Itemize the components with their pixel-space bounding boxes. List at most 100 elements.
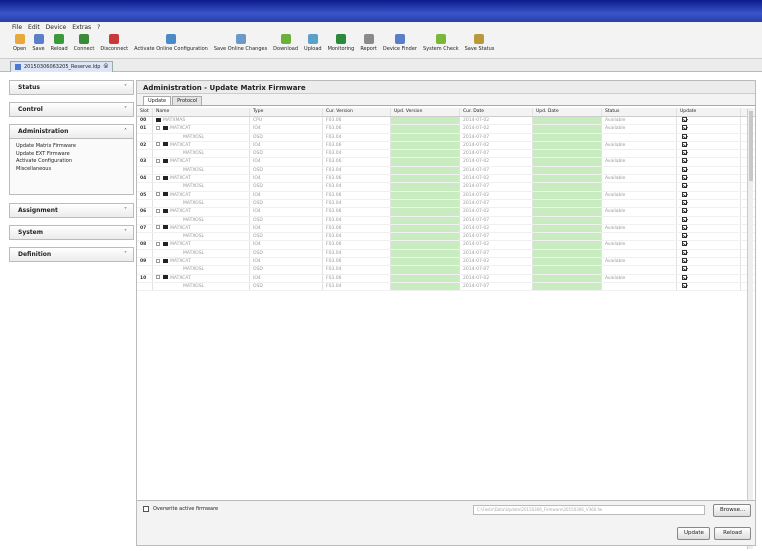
toolbar-button-save[interactable]: Save: [29, 33, 47, 52]
update-checkbox[interactable]: [682, 216, 687, 222]
table-row[interactable]: MATXOSL OSD F03.04 F03.04 2014-07-07 2014-07-…: [137, 150, 755, 159]
toolbar-button-report[interactable]: Report: [357, 33, 380, 52]
expand-icon[interactable]: [156, 208, 160, 213]
update-checkbox[interactable]: [682, 158, 687, 164]
table-row[interactable]: MATXOSL OSD F03.04 F03.04 2014-07-07 2014-07-…: [137, 282, 755, 292]
expand-icon[interactable]: [156, 225, 160, 230]
table-row[interactable]: 08 MATXCAT IO4 F03.06 F03.06 2014-07-02 2014-0…: [137, 241, 755, 250]
update-checkbox[interactable]: [682, 282, 687, 288]
overwrite-checkbox[interactable]: [143, 506, 149, 512]
chevron-down-icon[interactable]: ˅: [124, 229, 127, 236]
menu-file[interactable]: File: [12, 24, 22, 31]
menu-help[interactable]: ?: [97, 24, 100, 31]
toolbar-button-monitoring[interactable]: Monitoring: [325, 33, 358, 52]
table-row[interactable]: 07 MATXCAT IO4 F03.06 F03.06 2014-07-02 2014-0…: [137, 224, 755, 234]
toolbar-button-reload[interactable]: Reload: [48, 33, 71, 52]
table-row[interactable]: MATXOSL OSD F03.04 F03.04 2014-07-07 2014-07-…: [137, 166, 755, 176]
update-checkbox[interactable]: [682, 117, 687, 122]
sidebar-item[interactable]: Update Matrix Firmware: [16, 143, 127, 151]
sidebar-item[interactable]: Update EXT Firmware: [16, 151, 127, 159]
update-checkbox[interactable]: [682, 166, 687, 172]
expand-icon[interactable]: [156, 125, 160, 130]
chevron-down-icon[interactable]: ˅: [124, 84, 127, 91]
update-checkbox[interactable]: [682, 241, 687, 247]
table-row[interactable]: 01 MATXCAT IO4 F03.06 F03.06 2014-07-02 2014-0…: [137, 125, 755, 134]
menu-extras[interactable]: Extras: [72, 24, 91, 31]
update-checkbox[interactable]: [682, 125, 687, 131]
expand-icon[interactable]: [156, 142, 160, 147]
update-checkbox[interactable]: [682, 208, 687, 214]
update-checkbox[interactable]: [682, 233, 687, 239]
column-header[interactable]: Slot: [137, 108, 153, 116]
sidebar-section-assignment[interactable]: Assignment ˅: [9, 203, 134, 218]
overwrite-option[interactable]: Overwrite active firmware: [143, 506, 218, 512]
close-tab-icon[interactable]: ⦾: [103, 63, 108, 71]
update-checkbox[interactable]: [682, 175, 687, 181]
update-checkbox[interactable]: [682, 133, 687, 139]
table-row[interactable]: 09 MATXCAT IO4 F03.06 F03.06 2014-07-02 2014-0…: [137, 258, 755, 267]
toolbar-button-download[interactable]: Download: [270, 33, 301, 52]
chevron-down-icon[interactable]: ˅: [124, 251, 127, 258]
toolbar-button-upload[interactable]: Upload: [301, 33, 325, 52]
table-row[interactable]: 10 MATXCAT IO4 F03.06 F03.06 2014-07-02 2014-0…: [137, 274, 755, 283]
scrollbar-thumb[interactable]: [749, 111, 753, 181]
update-checkbox[interactable]: [682, 183, 687, 189]
column-header[interactable]: Status: [602, 108, 677, 116]
table-row[interactable]: MATXOSL OSD F03.04 F03.04 2014-07-07 2014-07-…: [137, 266, 755, 275]
toolbar-button-connect[interactable]: Connect: [71, 33, 98, 52]
reload-button[interactable]: Reload: [714, 527, 751, 540]
column-header[interactable]: Type: [250, 108, 323, 116]
update-checkbox[interactable]: [682, 249, 687, 255]
table-row[interactable]: MATXOSL OSD F03.04 F03.04 2014-07-07 2014-07-…: [137, 183, 755, 192]
table-row[interactable]: 03 MATXCAT IO4 F03.06 F03.06 2014-07-02 2014-0…: [137, 158, 755, 167]
chevron-down-icon[interactable]: ˅: [124, 106, 127, 113]
tab-update[interactable]: Update: [143, 96, 172, 105]
expand-icon[interactable]: [156, 241, 160, 246]
update-checkbox[interactable]: [682, 150, 687, 156]
sidebar-section-administration[interactable]: Administration ˄: [9, 124, 134, 139]
table-row[interactable]: MATXOSL OSD F03.04 F03.04 2014-07-07 2014-07-…: [137, 199, 755, 209]
chevron-down-icon[interactable]: ˅: [124, 207, 127, 214]
expand-icon[interactable]: [156, 158, 160, 163]
update-checkbox[interactable]: [682, 266, 687, 272]
column-header[interactable]: Cur. Version: [323, 108, 391, 116]
update-button[interactable]: Update: [677, 527, 710, 540]
expand-icon[interactable]: [156, 258, 160, 263]
table-row[interactable]: 05 MATXCAT IO4 F03.06 F03.06 2014-07-02 2014-0…: [137, 191, 755, 200]
update-checkbox[interactable]: [682, 258, 687, 264]
sidebar-item[interactable]: Miscellaneous: [16, 166, 127, 174]
column-header[interactable]: Upd. Date: [533, 108, 602, 116]
table-row[interactable]: MATXOSL OSD F03.04 F03.04 2014-07-07 2014-07-…: [137, 133, 755, 142]
toolbar-button-activate-config[interactable]: Activate Online Configuration: [131, 33, 211, 52]
sidebar-item[interactable]: Activate Configuration: [16, 158, 127, 166]
expand-icon[interactable]: [156, 192, 160, 197]
toolbar-button-save-online[interactable]: Save Online Changes: [211, 33, 270, 52]
update-checkbox[interactable]: [682, 224, 687, 230]
firmware-path-field[interactable]: C:\Fwdir\Data\Update\20150306_Firmware\2…: [473, 505, 705, 515]
table-row[interactable]: 00 MATXMAS CPU F03.06 F03.06 2014-07-02 2014-0…: [137, 117, 755, 126]
table-row[interactable]: MATXOSL OSD F03.04 F03.04 2014-07-07 2014-07-…: [137, 216, 755, 225]
vertical-scrollbar[interactable]: [747, 109, 753, 549]
toolbar-button-device-finder[interactable]: Device Finder: [380, 33, 420, 52]
table-row[interactable]: 04 MATXCAT IO4 F03.06 F03.06 2014-07-02 2014-0…: [137, 175, 755, 184]
update-checkbox[interactable]: [682, 191, 687, 197]
table-row[interactable]: 02 MATXCAT IO4 F03.06 F03.06 2014-07-02 2014-0…: [137, 141, 755, 151]
sidebar-section-status[interactable]: Status ˅: [9, 80, 134, 95]
update-checkbox[interactable]: [682, 274, 687, 280]
sidebar-section-system[interactable]: System ˅: [9, 225, 134, 240]
menu-device[interactable]: Device: [46, 24, 67, 31]
expand-icon[interactable]: [156, 275, 160, 280]
column-header[interactable]: Upd. Version: [391, 108, 460, 116]
table-row[interactable]: MATXOSL OSD F03.04 F03.04 2014-07-07 2014-07-…: [137, 233, 755, 242]
menu-edit[interactable]: Edit: [28, 24, 40, 31]
table-row[interactable]: 06 MATXCAT IO4 F03.06 F03.06 2014-07-02 2014-0…: [137, 208, 755, 217]
toolbar-button-folder[interactable]: Open: [10, 33, 29, 52]
sidebar-section-definition[interactable]: Definition ˅: [9, 247, 134, 262]
update-checkbox[interactable]: [682, 141, 687, 147]
column-header[interactable]: Name: [153, 108, 250, 116]
browse-button[interactable]: Browse...: [713, 504, 751, 517]
toolbar-button-disconnect[interactable]: Disconnect: [97, 33, 131, 52]
tab-protocol[interactable]: Protocol: [172, 96, 203, 105]
update-checkbox[interactable]: [682, 199, 687, 205]
column-header[interactable]: Cur. Date: [460, 108, 533, 116]
